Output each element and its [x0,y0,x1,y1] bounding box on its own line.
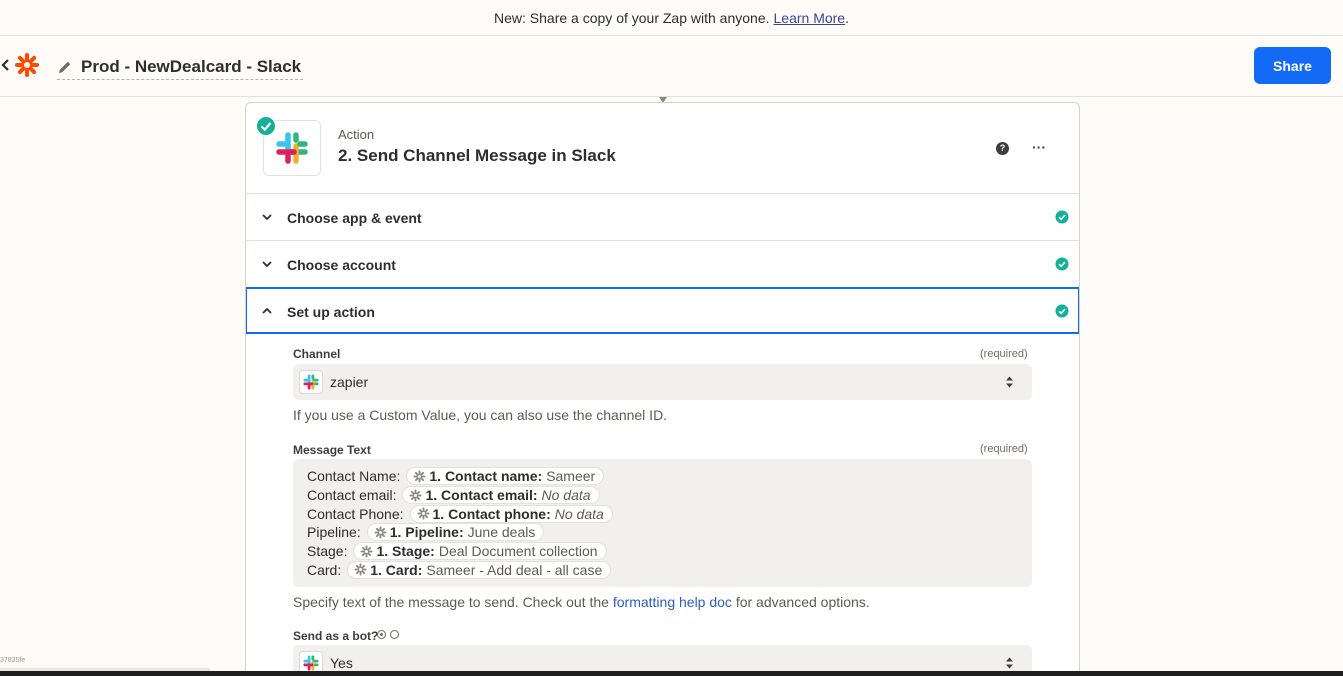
section-choose-app-event[interactable]: Choose app & event [246,194,1079,241]
section-set-up-action[interactable]: Set up action [246,287,1079,334]
section-label: Choose app & event [287,210,422,226]
send-as-bot-value: Yes [330,655,353,671]
field-pill[interactable]: 1. Contact phone: No data [409,504,613,523]
announcement-banner: New: Share a copy of your Zap with anyon… [0,0,1343,36]
step-header: Action 2. Send Channel Message in Slack … [246,103,1079,194]
channel-hint: If you use a Custom Value, you can also … [293,407,668,423]
message-text-required: (required) [980,443,1028,455]
pill-field: 1. Card: [370,561,423,578]
help-icon[interactable]: ? [996,142,1009,155]
gear-icon [416,507,430,520]
line-text: Contact Name: [307,468,401,485]
share-button[interactable]: Share [1254,47,1331,84]
line-text: Pipeline: [307,524,361,541]
radio-unselected[interactable] [390,630,399,639]
step-complete-icon [255,115,277,137]
back-button[interactable] [0,56,12,76]
gear-icon [413,470,426,483]
message-line: Contact email: 1. Contact email: No data [307,486,1032,505]
formatting-help-link[interactable]: formatting help doc [613,594,732,610]
pill-field: 1. Contact phone: [432,505,551,522]
step-kind: Action [338,127,375,142]
message-line: Pipeline: 1. Pipeline: June deals [307,523,1032,542]
message-line: Stage: 1. Stage: Deal Document collectio… [307,542,1032,561]
message-text-field[interactable]: Contact Name: 1. Contact name: Sameer Co… [293,459,1032,587]
check-circle-icon [1055,210,1069,224]
section-label: Choose account [287,257,396,273]
field-pill[interactable]: 1. Pipeline: June deals [366,523,545,542]
pill-value: Sameer [546,468,596,485]
line-text: Stage: [307,543,348,560]
channel-value: zapier [330,374,369,390]
message-text-label: Message Text [293,443,371,457]
more-options-icon[interactable]: ··· [1032,139,1046,155]
pill-field: 1. Contact name: [429,468,543,485]
hint-text: for advanced options. [735,594,870,610]
learn-more-link[interactable]: Learn More [774,10,846,26]
step-card: Action 2. Send Channel Message in Slack … [245,102,1080,676]
check-circle-icon [1055,304,1069,318]
line-text: Contact email: [307,487,397,504]
pill-value: Deal Document collection [438,543,598,560]
pill-value: June deals [467,524,536,541]
pencil-icon [59,61,71,73]
gear-icon [409,488,423,502]
build-id: 37835fe [0,657,26,664]
editor-header: Prod - NewDealcard - Slack Share [0,36,1343,97]
chevron-left-icon [1,59,9,71]
hint-text: Specify text of the message to send. Che… [293,594,609,610]
message-line: Contact Name: 1. Contact name: Sameer [307,467,1032,486]
field-pill[interactable]: 1. Contact email: No data [402,486,600,505]
banner-text: New: Share a copy of your Zap with anyon… [494,9,770,26]
gear-icon [360,545,374,558]
pill-value: No data [554,505,604,522]
message-line: Contact Phone: 1. Contact phone: No data [307,504,1032,523]
slack-logo-icon [276,132,308,164]
channel-label: Channel [293,347,341,361]
section-choose-account[interactable]: Choose account [246,241,1079,288]
line-text: Contact Phone: [307,505,404,522]
bottom-bar [0,671,1343,676]
message-line: Card: 1. Card: Sameer - Add deal - all c… [307,560,1032,579]
send-as-bot-label: Send as a bot? [293,629,379,643]
message-text-hint: Specify text of the message to send. Che… [293,594,870,610]
slack-logo-icon [299,370,323,394]
line-text: Card: [307,561,342,578]
zap-title-editor[interactable]: Prod - NewDealcard - Slack [57,54,304,80]
channel-select[interactable]: zapier [293,364,1032,400]
gear-icon [374,526,387,539]
radio-selected[interactable] [377,630,386,639]
pill-value: Sameer - Add deal - all case [426,561,603,578]
field-pill[interactable]: 1. Contact name: Sameer [406,467,605,486]
check-circle-icon [1055,257,1069,271]
select-arrows-icon [1006,376,1013,388]
pill-field: 1. Pipeline: [389,524,464,541]
select-arrows-icon [1006,657,1013,669]
chevron-up-icon [262,307,272,314]
zap-title: Prod - NewDealcard - Slack [81,56,302,76]
channel-required: (required) [980,348,1028,360]
section-label: Set up action [287,304,375,320]
chevron-down-icon [262,214,272,221]
gear-icon [354,563,367,576]
step-title: 2. Send Channel Message in Slack [338,146,616,165]
field-pill[interactable]: 1. Stage: Deal Document collection [353,542,607,561]
pill-value: No data [541,487,591,504]
field-pill[interactable]: 1. Card: Sameer - Add deal - all case [347,560,612,579]
pill-field: 1. Stage: [376,543,435,560]
chevron-down-icon [262,261,272,268]
pill-field: 1. Contact email: [425,487,538,504]
zapier-logo-icon[interactable] [15,53,39,77]
banner-suffix: . [845,9,849,26]
